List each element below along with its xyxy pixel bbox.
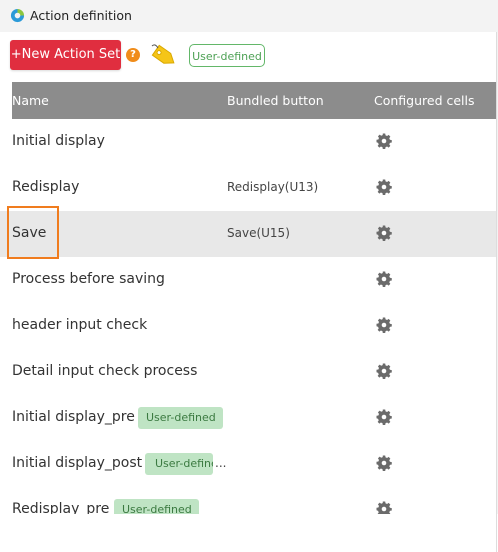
table-header: Name Bundled button Configured cells [12,82,496,119]
table-row-selected[interactable]: Save Save(U15) [0,211,496,257]
row-name: Redisplay [12,179,80,195]
row-bundled-button: Redisplay(U13) [227,180,319,194]
table-row[interactable]: Detail input check process [0,349,496,395]
table-row[interactable]: Process before saving [0,257,496,303]
gear-icon[interactable] [376,363,392,379]
gear-icon[interactable] [376,317,392,333]
gear-icon[interactable] [376,271,392,287]
row-bundled-button: Save(U15) [227,226,290,240]
action-list: Initial display Redisplay Redisplay(U13)… [0,119,496,514]
table-row[interactable]: Initial display_pre User-defined [0,395,496,441]
row-name: Detail input check process [12,363,198,379]
table-row[interactable]: Redisplay Redisplay(U13) [0,165,496,211]
table-row[interactable]: Initial display_post User-define ... [0,441,496,487]
user-defined-tag: User-defined [114,499,199,514]
table-row[interactable]: Initial display [0,119,496,165]
title-bar: Action definition [0,0,498,32]
row-name: Initial display [12,133,105,149]
row-bundled-button: ... [215,456,227,470]
row-name: Process before saving [12,271,165,287]
row-name: Redisplay_pre [12,501,110,514]
gear-icon[interactable] [376,225,392,241]
action-definition-panel: +New Action Set ? User-defined Name Bund… [0,32,497,552]
user-defined-filter-badge[interactable]: User-defined [189,44,265,67]
gear-icon[interactable] [376,455,392,471]
table-row[interactable]: Redisplay_pre User-defined [0,487,496,514]
row-name: Initial display_pre [12,409,135,425]
row-name: Initial display_post [12,455,143,471]
tag-icon[interactable] [148,40,180,72]
window-title: Action definition [30,8,132,23]
column-header-name[interactable]: Name [12,93,49,108]
gear-icon[interactable] [376,501,392,514]
selection-highlight-box [7,206,59,259]
column-header-configured-cells[interactable]: Configured cells [374,93,475,108]
user-defined-tag: User-define [145,453,213,475]
gear-icon[interactable] [376,409,392,425]
gear-icon[interactable] [376,179,392,195]
new-action-set-button[interactable]: +New Action Set [10,40,121,70]
gear-icon[interactable] [376,133,392,149]
toolbar: +New Action Set ? User-defined [0,32,496,82]
column-header-bundled-button[interactable]: Bundled button [227,93,324,108]
app-logo-icon [10,8,25,23]
table-row[interactable]: header input check [0,303,496,349]
user-defined-tag: User-defined [138,407,223,429]
help-icon[interactable]: ? [126,48,140,62]
row-name: header input check [12,317,148,333]
